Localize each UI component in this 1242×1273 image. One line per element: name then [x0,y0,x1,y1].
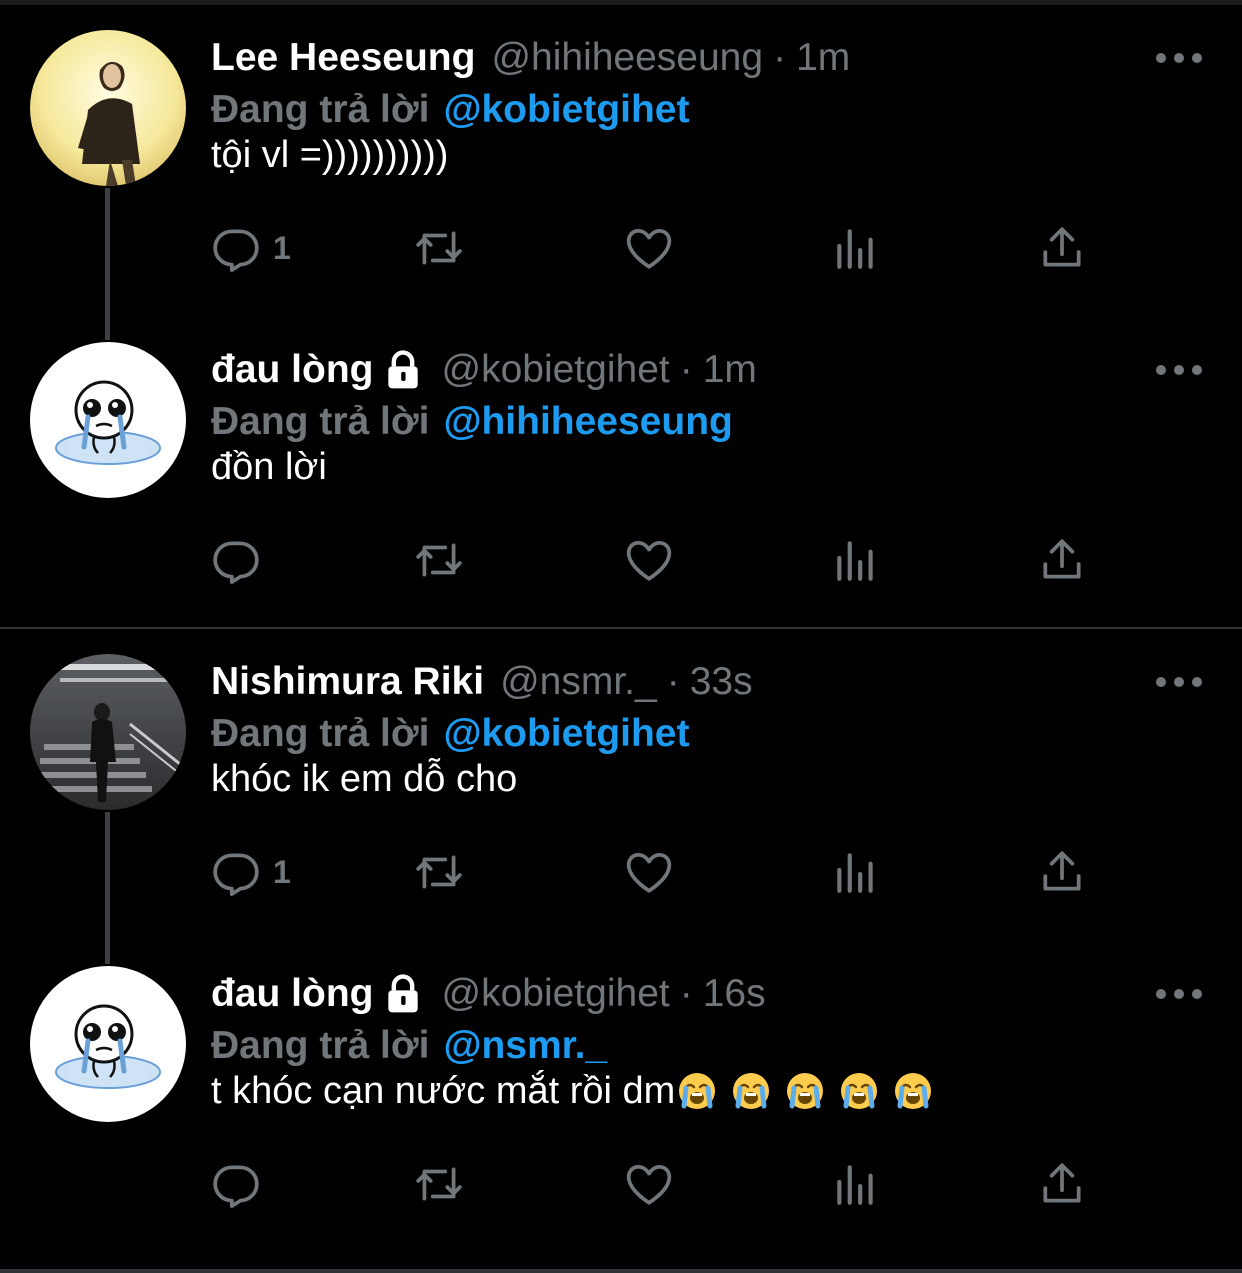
lock-icon [388,350,419,389]
timestamp[interactable]: 33s [690,660,753,704]
avatar[interactable] [30,654,186,810]
heart-icon [626,1165,672,1205]
tweet-actions [211,1154,1111,1214]
views-icon [837,541,873,581]
share-button[interactable] [1037,842,1087,902]
retweet-button[interactable] [414,1154,464,1214]
tweet-actions [211,530,1111,590]
reply-button[interactable] [211,530,273,590]
reply-button[interactable]: 1 [211,218,291,278]
reply-button[interactable] [211,1154,273,1214]
reply-icon [213,229,259,272]
loudly-crying-face-emoji [733,1073,770,1109]
heart-icon [626,853,672,893]
display-name[interactable]: Lee Heeseung [211,36,475,80]
bottom-border [0,1269,1242,1273]
retweet-icon [416,855,462,889]
tweet-text: tội vl =)))))))))) [211,133,449,176]
share-icon [1043,851,1081,891]
reply-icon [213,853,259,896]
retweet-button[interactable] [414,218,464,278]
timestamp[interactable]: 1m [703,348,757,392]
tweet-text-row: t khóc cạn nước mắt rồi dm [211,1061,933,1121]
separator-dot: · [666,660,680,703]
emoji-row [677,1071,933,1111]
loudly-crying-face-emoji [841,1073,878,1109]
heart-icon [626,229,672,269]
more-icon[interactable] [1156,984,1202,1004]
retweet-icon [416,231,462,265]
views-button[interactable] [831,1154,881,1214]
share-icon [1043,227,1081,267]
separator-dot: · [773,36,787,79]
separator-dot: · [679,972,693,1015]
tweet-actions: 1 [211,842,1111,902]
like-button[interactable] [624,530,674,590]
user-handle[interactable]: @kobietgihet [441,972,669,1016]
more-icon[interactable] [1156,48,1202,68]
heart-icon [626,541,672,581]
loudly-crying-face-emoji [679,1073,716,1109]
tweet-text: t khóc cạn nước mắt rồi dm [211,1069,676,1112]
loudly-crying-face-emoji [787,1073,824,1109]
retweet-icon [416,543,462,577]
views-icon [837,853,873,893]
share-button[interactable] [1037,218,1087,278]
views-button[interactable] [831,218,881,278]
retweet-button[interactable] [414,530,464,590]
tweet-header: đau lòng @kobietgihet · 16s [211,966,766,1022]
display-name[interactable]: Nishimura Riki [211,660,484,704]
avatar[interactable] [30,342,186,498]
share-button[interactable] [1037,1154,1087,1214]
avatar[interactable] [30,966,186,1122]
reply-icon [213,541,259,584]
share-button[interactable] [1037,530,1087,590]
reply-count: 1 [273,853,291,890]
tweet[interactable]: đau lòng @kobietgihet · 1m Đang trả lời … [0,312,1242,624]
tweet[interactable]: đau lòng @kobietgihet · 16s Đang trả lời… [0,936,1242,1248]
views-button[interactable] [831,530,881,590]
retweet-button[interactable] [414,842,464,902]
user-handle[interactable]: @hihiheeseung [491,36,763,80]
tweet[interactable]: Lee Heeseung @hihiheeseung · 1m Đang trả… [0,0,1242,312]
avatar-photo-stairs [30,654,186,810]
tweet[interactable]: Nishimura Riki @nsmr._ · 33s Đang trả lờ… [0,624,1242,936]
reply-mention-link[interactable]: @hihiheeseung [443,400,732,444]
user-handle[interactable]: @nsmr._ [500,660,657,704]
like-button[interactable] [624,1154,674,1214]
avatar-crying-doodle [30,342,186,498]
reply-icon [213,1165,259,1208]
display-name[interactable]: đau lòng [211,972,373,1016]
like-button[interactable] [624,218,674,278]
reply-mention-link[interactable]: @kobietgihet [443,88,689,132]
timestamp[interactable]: 1m [796,36,850,80]
tweet-actions: 1 [211,218,1111,278]
lock-icon [388,974,419,1013]
views-icon [837,229,873,269]
retweet-icon [416,1167,462,1201]
user-handle[interactable]: @kobietgihet [441,348,669,392]
display-name[interactable]: đau lòng [211,348,373,392]
tweet-header: đau lòng @kobietgihet · 1m [211,342,757,398]
share-icon [1043,1163,1081,1203]
like-button[interactable] [624,842,674,902]
share-icon [1043,539,1081,579]
loudly-crying-face-emoji [895,1073,932,1109]
separator-dot: · [679,348,693,391]
more-icon[interactable] [1156,360,1202,380]
timestamp[interactable]: 16s [703,972,766,1016]
views-icon [837,1165,873,1205]
avatar-photo-man [30,30,186,186]
avatar-crying-doodle [30,966,186,1122]
tweet-header: Lee Heeseung @hihiheeseung · 1m [211,30,850,86]
more-icon[interactable] [1156,672,1202,692]
tweet-text: khóc ik em dỗ cho [211,757,518,800]
reply-count: 1 [273,229,291,266]
views-button[interactable] [831,842,881,902]
tweet-header: Nishimura Riki @nsmr._ · 33s [211,654,753,710]
tweet-text: đồn lời [211,445,327,488]
avatar[interactable] [30,30,186,186]
reply-button[interactable]: 1 [211,842,291,902]
